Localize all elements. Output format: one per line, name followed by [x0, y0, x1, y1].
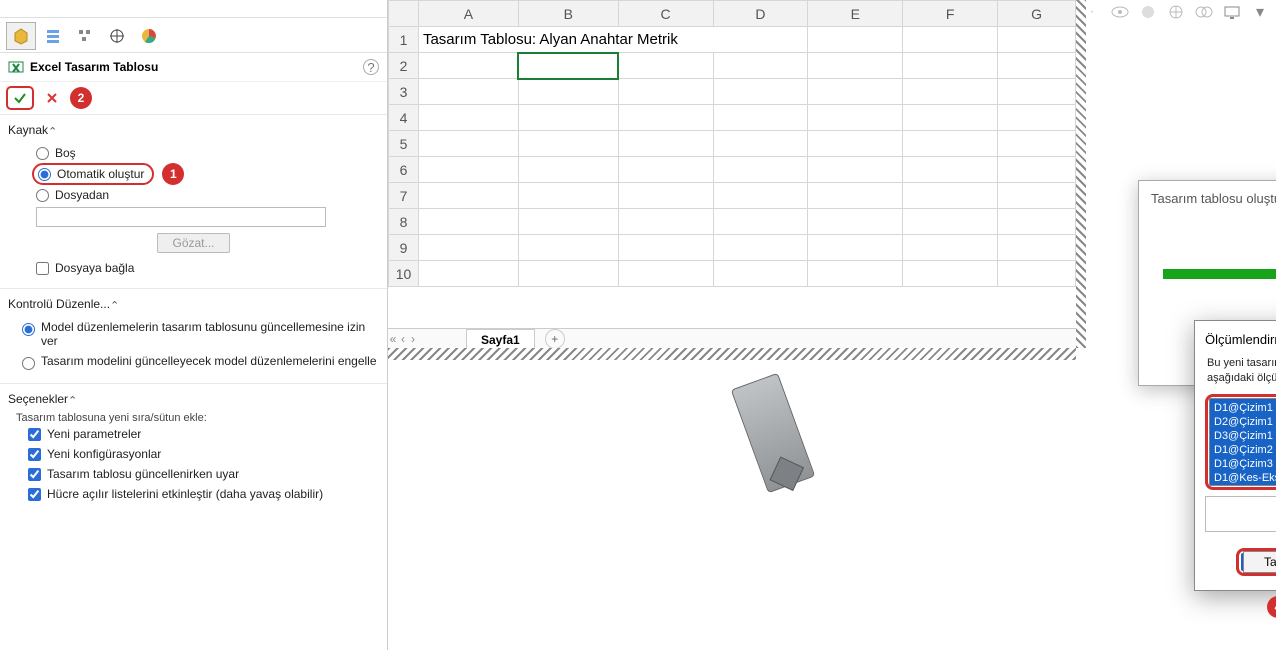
- excel-grid[interactable]: A B C D E F G 1 Tasarım Tablosu: Alyan A…: [388, 0, 1076, 287]
- step-4-ok-ring: Tamam: [1236, 548, 1276, 576]
- dimension-option[interactable]: D3@Çizim1: [1214, 429, 1276, 443]
- col-A[interactable]: A: [418, 1, 518, 27]
- globe-icon[interactable]: [1166, 2, 1186, 22]
- configuration-manager-tab[interactable]: [70, 22, 100, 50]
- col-E[interactable]: E: [808, 1, 903, 27]
- active-cell-B2[interactable]: [518, 53, 618, 79]
- eye-icon[interactable]: [1110, 2, 1130, 22]
- col-C[interactable]: C: [618, 1, 713, 27]
- building-dialog-title: Tasarım tablosu oluşturuluyor...: [1139, 181, 1276, 206]
- close-icon: [46, 92, 58, 104]
- dimensions-dialog-message: Bu yeni tasarım tablosuna eklemek için l…: [1205, 356, 1276, 394]
- check-uyar[interactable]: Tasarım tablosu güncellenirken uyar: [8, 464, 379, 484]
- dimension-option[interactable]: D2@Çizim1: [1214, 415, 1276, 429]
- check-dosyaya-bagla[interactable]: Dosyaya bağla: [8, 253, 379, 278]
- list-icon: [44, 27, 62, 45]
- excel-table-icon: [8, 59, 24, 75]
- cube-icon: [12, 27, 30, 45]
- radio-otomatik[interactable]: Otomatik oluştur: [38, 167, 144, 181]
- step-2-badge: 2: [70, 87, 92, 109]
- sheet-nav-prev[interactable]: ‹: [398, 334, 408, 344]
- progress-bar: [1163, 269, 1276, 279]
- selected-dimension-field[interactable]: [1205, 496, 1276, 532]
- radio-dosyadan[interactable]: Dosyadan: [8, 185, 379, 205]
- sphere-icon[interactable]: [1138, 2, 1158, 22]
- monitor-icon[interactable]: [1222, 2, 1242, 22]
- panel-title-row: Excel Tasarım Tablosu ?: [0, 53, 387, 82]
- check-yeni-konfig[interactable]: Yeni konfigürasyonlar: [8, 444, 379, 464]
- chevron-down-icon[interactable]: ▾: [1250, 2, 1270, 22]
- dimension-option[interactable]: D1@Çizim2: [1214, 443, 1276, 457]
- control-header: Kontrolü Düzenle...: [8, 297, 110, 311]
- check-icon: [13, 91, 27, 105]
- col-D[interactable]: D: [713, 1, 808, 27]
- col-B[interactable]: B: [518, 1, 618, 27]
- viewport-toolbar: · ▾: [1054, 2, 1270, 22]
- step-1-badge: 1: [162, 163, 184, 185]
- radio-bos[interactable]: Boş: [8, 143, 379, 163]
- 3d-viewport[interactable]: [388, 360, 1076, 650]
- add-sheet-button[interactable]: +: [545, 329, 565, 349]
- property-tabbar: [0, 18, 387, 53]
- dimensions-dialog: Ölçümlendirmeler ✕ Bu yeni tasarım tablo…: [1194, 320, 1276, 591]
- dimensions-dialog-title: Ölçümlendirmeler: [1205, 332, 1276, 347]
- sheet-tab-sayfa1[interactable]: Sayfa1: [466, 329, 535, 349]
- radio-control-block[interactable]: Tasarım modelini güncelleyecek model düz…: [8, 351, 379, 373]
- target-icon: [108, 27, 126, 45]
- check-hucre[interactable]: Hücre açılır listelerini etkinleştir (da…: [8, 484, 379, 504]
- options-note: Tasarım tablosuna yeni sıra/sütun ekle:: [8, 412, 379, 424]
- dimension-option[interactable]: D1@Kes-Ekstrüzyon1: [1214, 471, 1276, 485]
- sheet-nav-first[interactable]: «: [388, 334, 398, 344]
- cancel-panel-button[interactable]: [42, 88, 62, 108]
- dimensions-listbox[interactable]: D1@Çizim1D2@Çizim1D3@Çizim1D1@Çizim2D1@Ç…: [1209, 398, 1276, 486]
- col-F[interactable]: F: [903, 1, 998, 27]
- tree-icon: [76, 27, 94, 45]
- dimxpert-tab[interactable]: [102, 22, 132, 50]
- property-manager-tab[interactable]: [38, 22, 68, 50]
- collapse-control[interactable]: ⌄: [110, 298, 119, 311]
- step-3-ring: D1@Çizim1D2@Çizim1D3@Çizim1D1@Çizim2D1@Ç…: [1205, 394, 1276, 490]
- step-4-badge: 4: [1267, 596, 1276, 618]
- sheet-nav-next[interactable]: ›: [408, 334, 418, 344]
- pie-icon: [140, 27, 158, 45]
- radio-control-allow[interactable]: Model düzenlemelerin tasarım tablosunu g…: [8, 317, 379, 351]
- col-G[interactable]: G: [998, 1, 1076, 27]
- cell-A1[interactable]: Tasarım Tablosu: Alyan Anahtar Metrik: [418, 27, 807, 53]
- browse-button[interactable]: Gözat...: [157, 233, 229, 253]
- collapse-source[interactable]: ⌄: [48, 124, 57, 137]
- dimension-option[interactable]: D1@Çizim1: [1214, 401, 1276, 415]
- allen-key-model: [731, 373, 816, 493]
- dimension-option[interactable]: D1@Çizim3: [1214, 457, 1276, 471]
- check-yeni-param[interactable]: Yeni parametreler: [8, 424, 379, 444]
- file-path-input[interactable]: [36, 207, 326, 227]
- accept-button[interactable]: [10, 88, 30, 108]
- options-header: Seçenekler: [8, 392, 68, 406]
- panel-title: Excel Tasarım Tablosu: [30, 60, 158, 74]
- appearance-tab[interactable]: [134, 22, 164, 50]
- confirm-ring: [6, 86, 34, 110]
- source-header: Kaynak: [8, 123, 48, 137]
- feature-manager-tab[interactable]: [6, 22, 36, 50]
- embed-border-bottom: [388, 348, 1076, 360]
- overlap-icon[interactable]: [1194, 2, 1214, 22]
- help-button[interactable]: ?: [363, 59, 379, 75]
- collapse-options[interactable]: ⌄: [68, 393, 77, 406]
- tamam-button[interactable]: Tamam: [1243, 551, 1276, 573]
- embed-border-right: [1076, 0, 1086, 348]
